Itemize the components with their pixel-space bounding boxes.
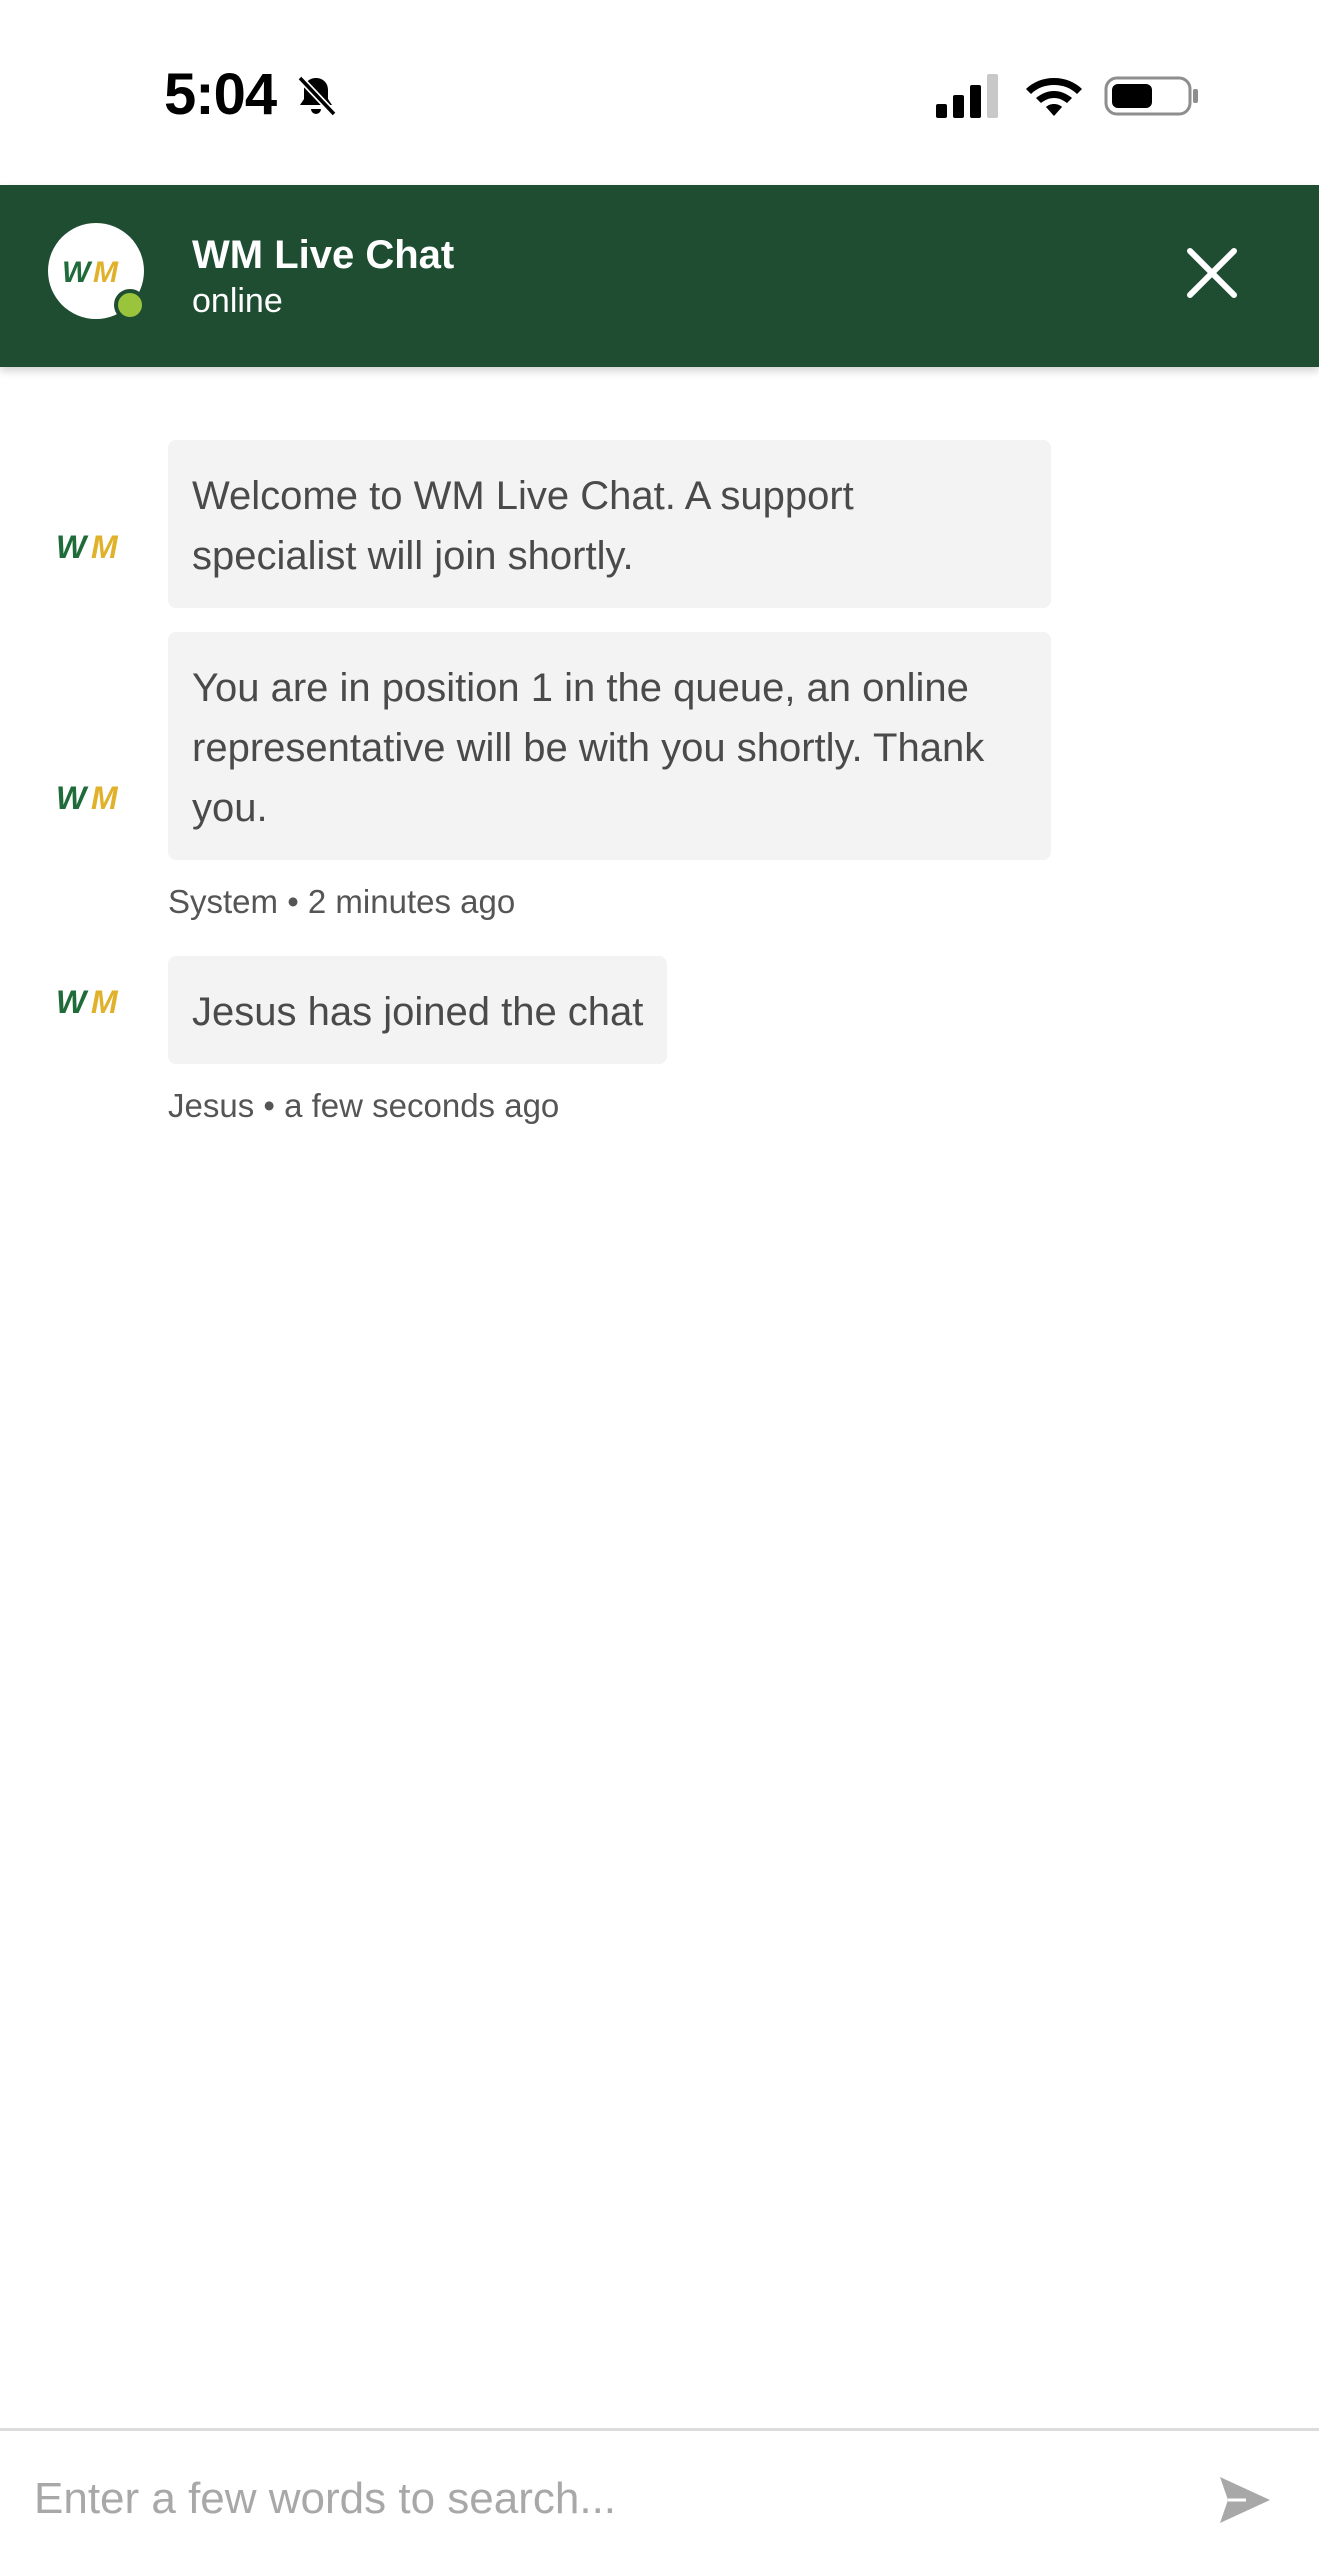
cellular-signal-icon xyxy=(936,74,998,118)
svg-text:W: W xyxy=(56,987,89,1017)
message-input-bar xyxy=(0,2428,1319,2575)
search-input[interactable] xyxy=(34,2459,1164,2539)
status-bar: 5:04 xyxy=(0,0,1319,185)
close-icon[interactable] xyxy=(1180,241,1244,305)
svg-text:M: M xyxy=(91,783,119,813)
message-bubble: Welcome to WM Live Chat. A support speci… xyxy=(168,440,1051,608)
wm-logo-icon: W M xyxy=(56,783,119,813)
wifi-icon xyxy=(1026,78,1082,116)
svg-text:W: W xyxy=(62,257,93,285)
message-list[interactable]: W M Welcome to WM Live Chat. A support s… xyxy=(0,367,1319,2427)
message-meta: Jesus • a few seconds ago xyxy=(168,1087,560,1124)
chat-header: W M WM Live Chat online xyxy=(0,185,1319,367)
svg-text:M: M xyxy=(91,532,119,562)
message-bubble: You are in position 1 in the queue, an o… xyxy=(168,632,1051,860)
battery-icon xyxy=(1104,76,1198,116)
send-icon[interactable] xyxy=(1216,2471,1274,2529)
message-meta: System • 2 minutes ago xyxy=(168,883,516,920)
online-indicator xyxy=(114,289,146,321)
wm-logo-icon: W M xyxy=(56,532,119,562)
wm-avatar: W M xyxy=(48,223,146,321)
wm-logo-icon: W M xyxy=(62,257,119,285)
svg-text:M: M xyxy=(91,987,119,1017)
wm-logo-icon: W M xyxy=(56,987,119,1017)
chat-title: WM Live Chat xyxy=(192,233,455,277)
svg-text:M: M xyxy=(93,257,119,285)
svg-text:W: W xyxy=(56,532,89,562)
chat-status: online xyxy=(192,282,283,320)
message-bubble: Jesus has joined the chat xyxy=(168,956,668,1064)
status-time: 5:04 xyxy=(164,62,277,127)
svg-text:W: W xyxy=(56,783,89,813)
bell-off-icon xyxy=(297,75,337,117)
